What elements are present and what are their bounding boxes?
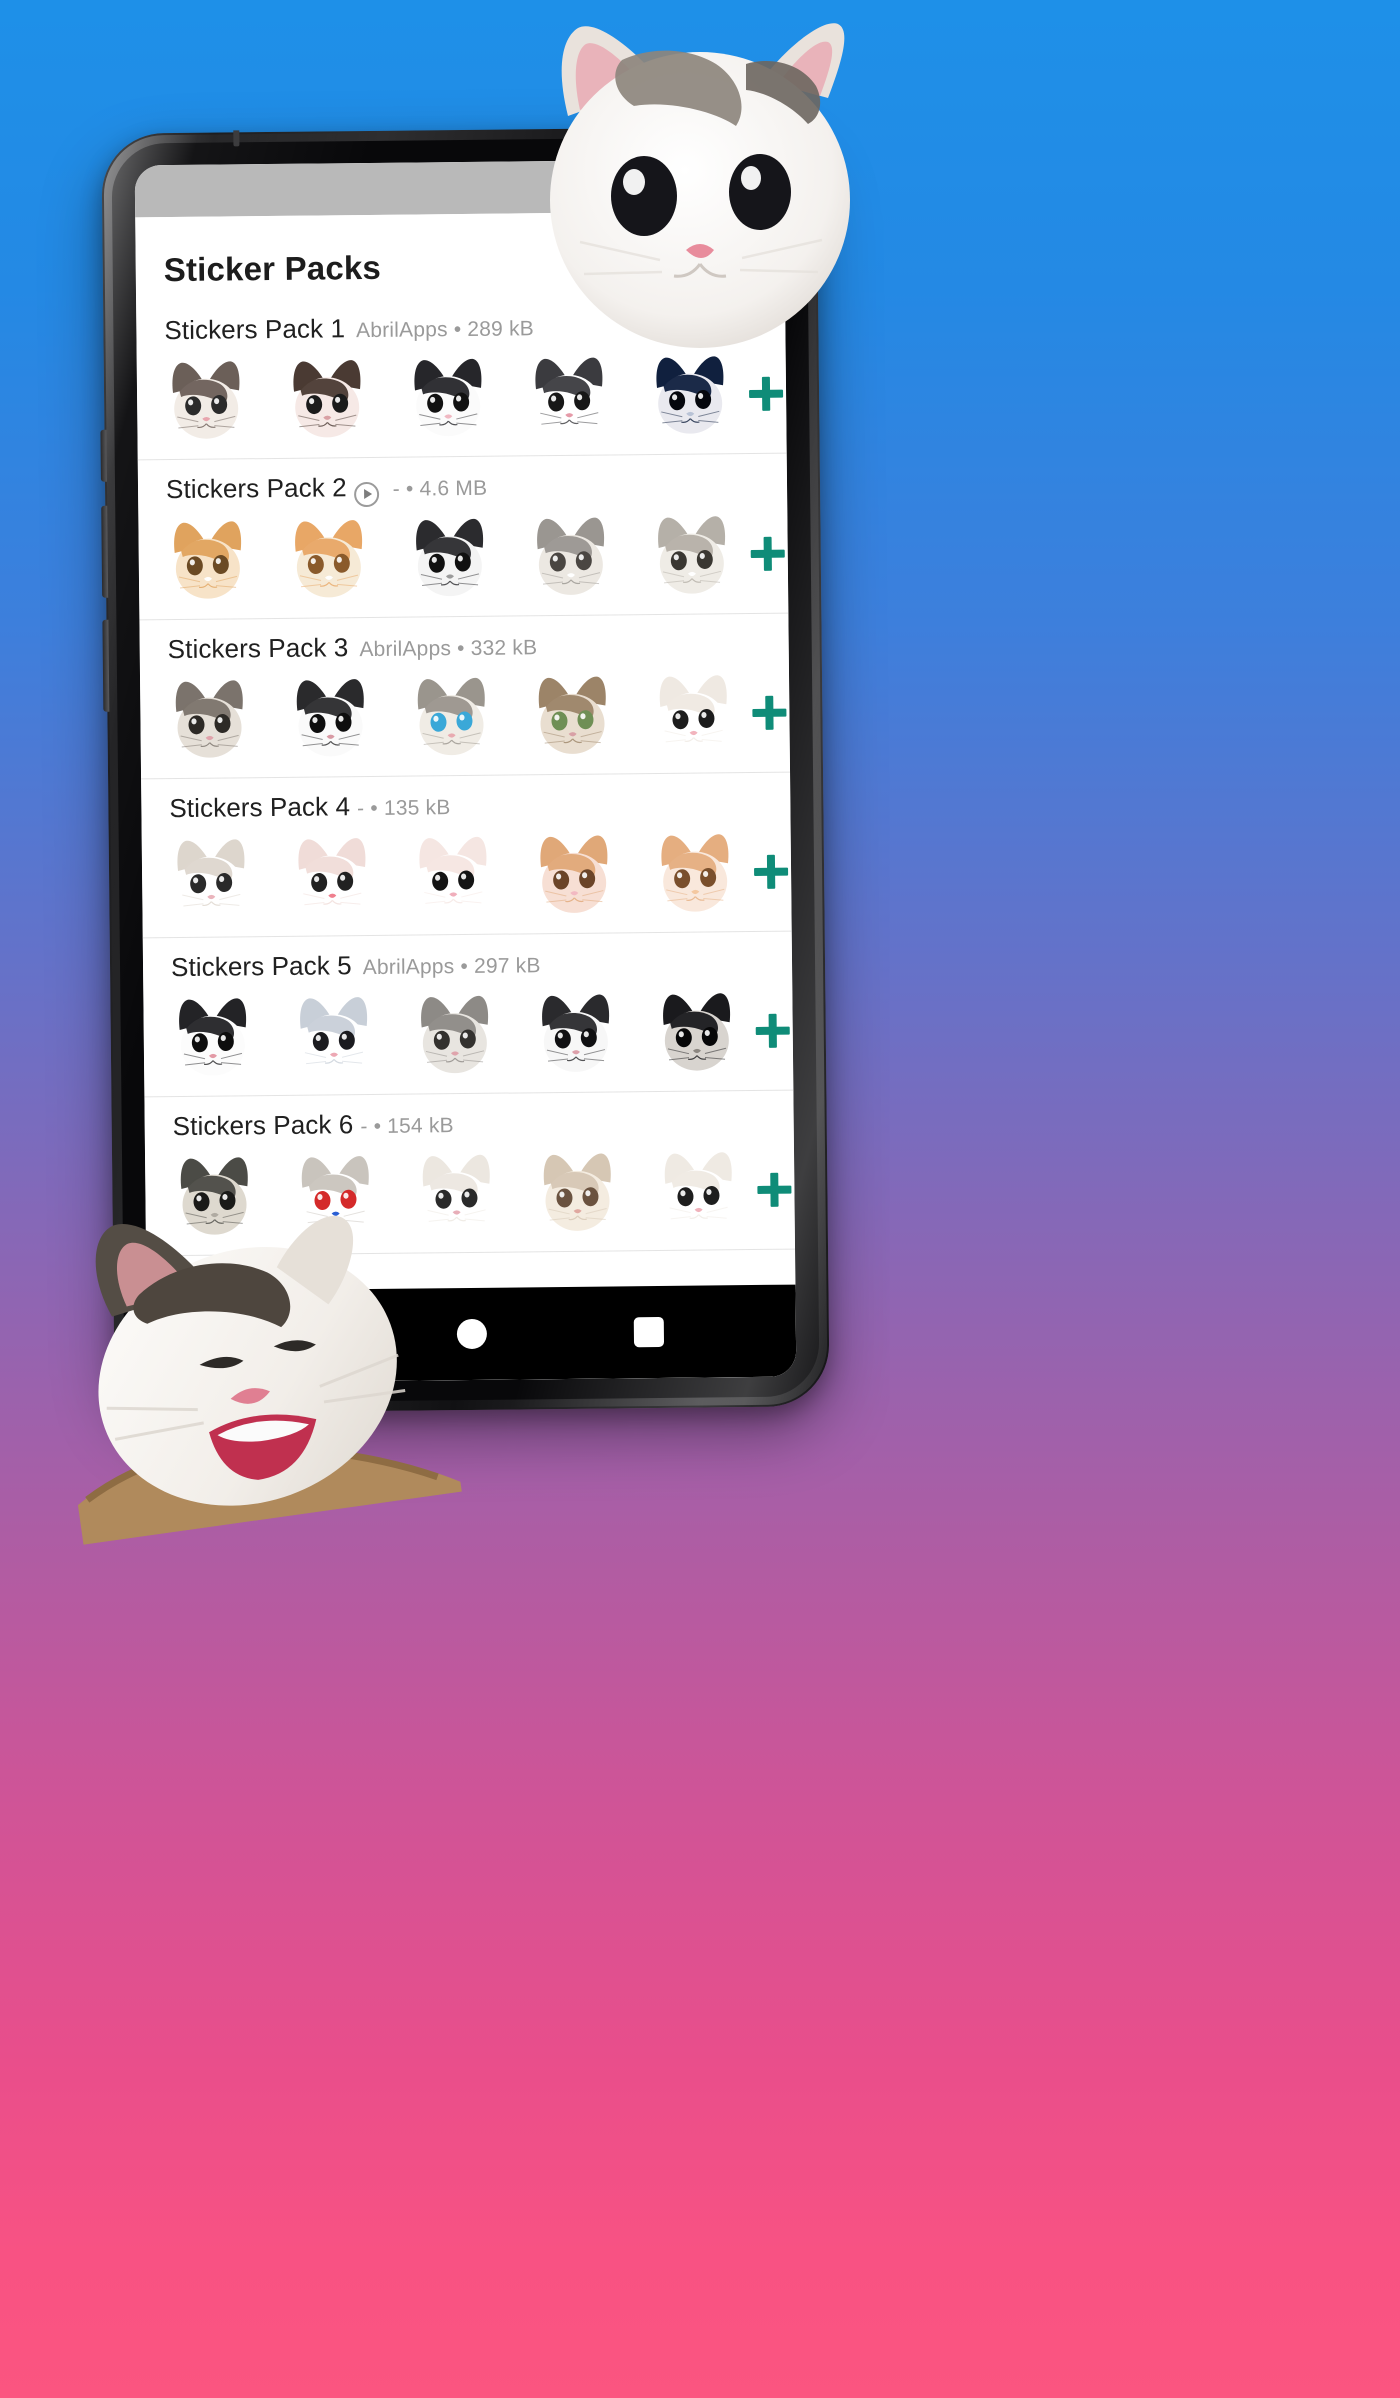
sticker-pack-name: Stickers Pack 4 [169, 790, 351, 823]
add-pack-button[interactable]: + [742, 842, 797, 901]
sticker-pack-row[interactable]: Stickers Pack 1 AbrilApps • 289 kB [136, 294, 787, 461]
sticker-pack-list: Stickers Pack 1 AbrilApps • 289 kB Stick… [136, 294, 796, 1256]
sticker-thumbnail-strip [169, 830, 737, 919]
phone-earpiece-notch [233, 130, 240, 147]
plus-icon [757, 1172, 791, 1206]
sticker-thumbnail-strip [164, 353, 732, 442]
sticker-thumbnail[interactable] [655, 989, 739, 1073]
sticker-thumbnail[interactable] [173, 1153, 256, 1237]
sticker-thumbnail[interactable] [648, 353, 732, 437]
phone-volume-down-button[interactable] [102, 619, 110, 712]
phone-screen: Sticker Packs Stickers Pack 1 AbrilApps … [134, 158, 797, 1384]
sticker-pack-meta: AbrilApps • 332 kB [359, 635, 538, 661]
sticker-pack-header: Stickers Pack 3 AbrilApps • 332 kB [140, 627, 789, 665]
add-pack-button[interactable]: + [743, 1001, 796, 1060]
sticker-thumbnail[interactable] [530, 672, 614, 756]
sticker-thumbnail[interactable] [527, 354, 611, 438]
plus-icon [751, 536, 785, 570]
sticker-thumbnail[interactable] [171, 994, 255, 1078]
phone-button-top[interactable] [100, 429, 107, 482]
sticker-thumbnail-strip [171, 989, 739, 1078]
sticker-pack-name: Stickers Pack 5 [170, 949, 352, 982]
sticker-pack-preview-row: + [143, 989, 793, 1078]
sticker-pack-preview-row: + [140, 671, 790, 760]
sticker-thumbnail[interactable] [164, 358, 248, 442]
sticker-thumbnail-strip [166, 512, 734, 601]
recents-square-icon[interactable] [633, 1316, 665, 1348]
sticker-thumbnail[interactable] [406, 355, 490, 439]
phone-volume-up-button[interactable] [101, 505, 109, 598]
sticker-pack-preview-row: + [142, 830, 792, 919]
sticker-thumbnail[interactable] [292, 993, 376, 1077]
sticker-thumbnail[interactable] [294, 1152, 377, 1236]
plus-icon [756, 1013, 790, 1047]
sticker-pack-name: Stickers Pack 2 [165, 472, 347, 505]
page-title: Sticker Packs [163, 248, 382, 289]
add-pack-button[interactable]: + [745, 1160, 796, 1219]
sticker-thumbnail-strip [168, 671, 735, 760]
sticker-thumbnail[interactable] [290, 834, 374, 918]
sticker-thumbnail[interactable] [413, 992, 497, 1076]
sticker-thumbnail-strip [173, 1148, 740, 1237]
sticker-pack-row[interactable]: Stickers Pack 3 AbrilApps • 332 kB [139, 613, 791, 779]
plus-icon [754, 854, 788, 888]
status-bar [134, 158, 785, 218]
sticker-thumbnail[interactable] [656, 1148, 740, 1232]
sticker-pack-row[interactable]: Stickers Pack 2 - • 4.6 MB [137, 453, 789, 620]
sticker-pack-name: Stickers Pack 6 [172, 1108, 354, 1141]
plus-icon [752, 695, 786, 729]
sticker-pack-preview-row: + [137, 353, 787, 442]
sticker-thumbnail[interactable] [287, 516, 371, 600]
sticker-thumbnail[interactable] [168, 676, 251, 760]
android-navigation-bar [146, 1284, 797, 1384]
sticker-pack-meta: - • 154 kB [360, 1113, 454, 1138]
sticker-pack-preview-row: + [145, 1148, 795, 1237]
sticker-thumbnail[interactable] [650, 512, 734, 596]
sticker-thumbnail[interactable] [653, 830, 737, 914]
add-pack-button[interactable]: + [740, 683, 796, 742]
sticker-thumbnail[interactable] [534, 990, 618, 1074]
sticker-pack-header: Stickers Pack 4 - • 135 kB [141, 786, 790, 824]
sticker-pack-row[interactable]: Stickers Pack 5 AbrilApps • 297 kB [142, 931, 794, 1097]
sticker-thumbnail[interactable] [289, 675, 372, 759]
sticker-pack-header: Stickers Pack 1 AbrilApps • 289 kB [136, 309, 785, 347]
sticker-pack-header: Stickers Pack 5 AbrilApps • 297 kB [143, 945, 792, 983]
sticker-thumbnail[interactable] [166, 517, 250, 601]
sticker-pack-header: Stickers Pack 2 - • 4.6 MB [138, 468, 787, 507]
sticker-pack-meta: AbrilApps • 297 kB [362, 953, 541, 979]
sticker-thumbnail[interactable] [535, 1149, 619, 1233]
sticker-thumbnail[interactable] [410, 674, 493, 758]
sticker-pack-row[interactable]: Stickers Pack 6 - • 154 kB [144, 1090, 796, 1256]
sticker-pack-name: Stickers Pack 3 [167, 631, 349, 664]
sticker-pack-meta: AbrilApps • 289 kB [355, 317, 535, 343]
sticker-thumbnail[interactable] [408, 515, 492, 599]
sticker-pack-name: Stickers Pack 1 [164, 313, 346, 346]
sticker-pack-preview-row: + [138, 512, 788, 601]
home-circle-icon[interactable] [456, 1318, 487, 1350]
sticker-thumbnail[interactable] [414, 1151, 498, 1235]
sticker-thumbnail[interactable] [532, 831, 616, 915]
sticker-thumbnail[interactable] [169, 835, 253, 919]
sticker-thumbnail[interactable] [285, 357, 369, 440]
sticker-pack-row[interactable]: Stickers Pack 4 - • 135 kB [141, 772, 792, 938]
sticker-thumbnail[interactable] [411, 833, 495, 917]
sticker-thumbnail[interactable] [529, 513, 613, 597]
app-body: Sticker Packs Stickers Pack 1 AbrilApps … [135, 210, 797, 1384]
sticker-thumbnail[interactable] [651, 671, 735, 755]
sticker-pack-meta: - • 4.6 MB [392, 476, 488, 501]
phone-mockup: Sticker Packs Stickers Pack 1 AbrilApps … [100, 126, 830, 1414]
plus-icon [749, 377, 783, 411]
sticker-pack-header: Stickers Pack 6 - • 154 kB [145, 1104, 794, 1142]
sticker-pack-meta: - • 135 kB [356, 795, 451, 820]
play-circle-icon [353, 481, 379, 507]
